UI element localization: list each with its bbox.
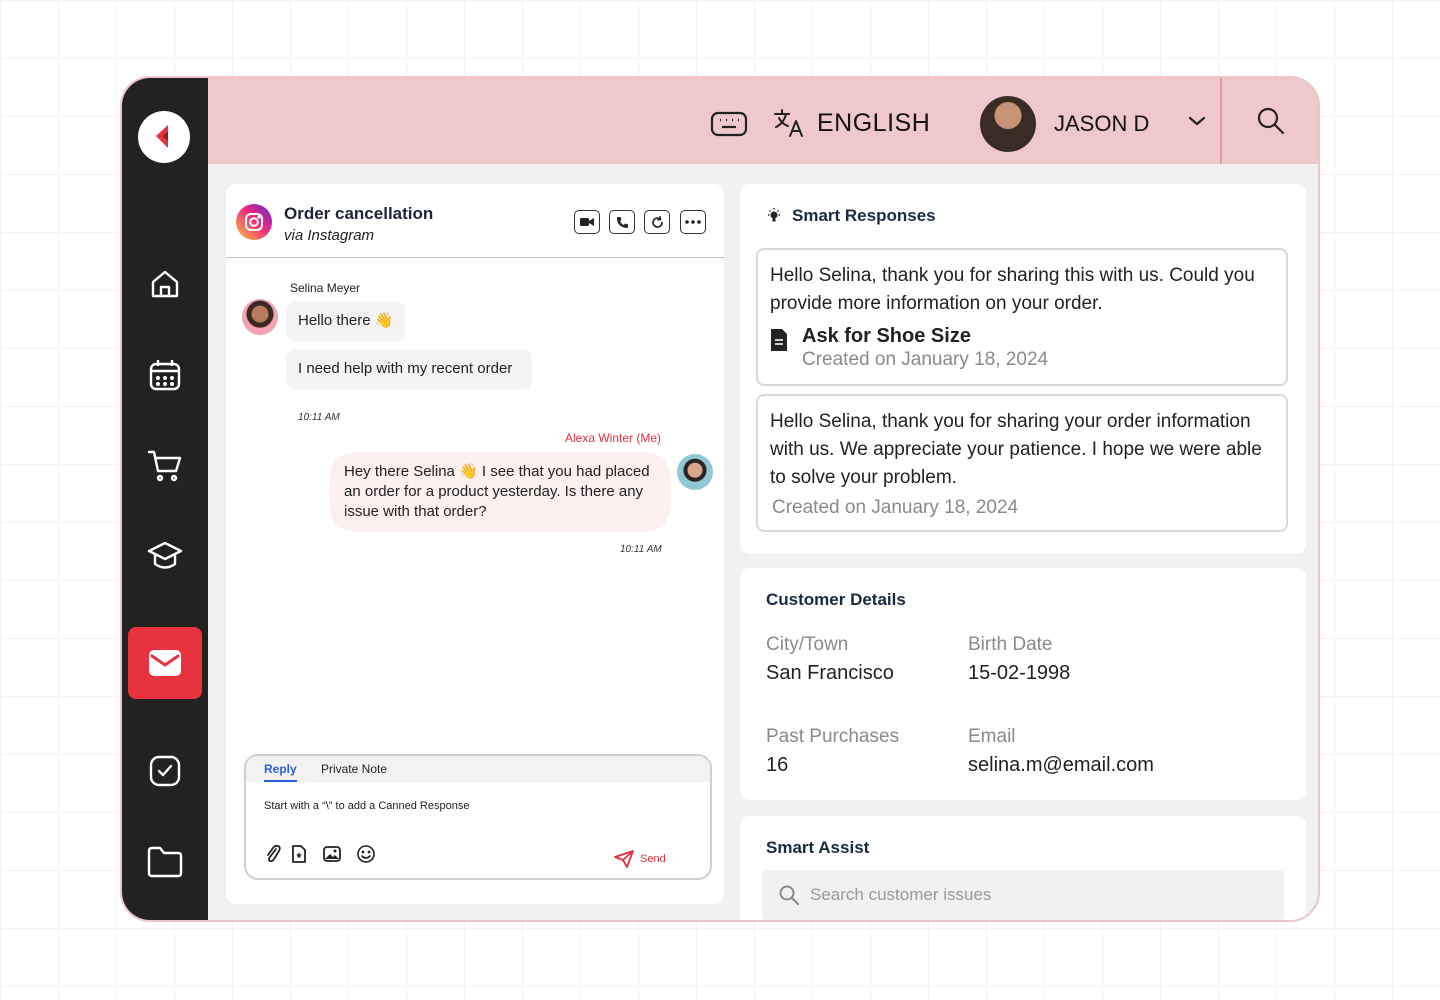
translate-icon [774,109,803,137]
image-icon [323,846,341,862]
mail-icon [149,650,181,676]
graduation-cap-icon [147,541,183,569]
language-label: ENGLISH [817,108,931,137]
nav-home[interactable] [142,261,188,307]
conversation-panel: Order cancellation via Instagram Selina … [226,184,724,904]
response-date: Created on January 18, 2024 [772,497,1019,518]
file-icon [292,845,306,863]
send-icon [614,850,634,868]
lightbulb-icon [768,208,780,222]
agent-name: Alexa Winter (Me) [565,431,662,445]
smart-response-item[interactable]: Hello Selina, thank you for sharing this… [756,248,1288,386]
message-time: 10:11 AM [298,412,340,423]
city-label: City/Town [766,634,849,655]
top-bar: ENGLISH JASON D [208,78,1318,164]
response-text: Hello Selina, thank you for sharing your… [770,411,1262,488]
customer-avatar [242,299,278,335]
smart-response-item[interactable]: Hello Selina, thank you for sharing your… [756,394,1288,532]
smart-responses-card: Smart Responses Hello Selina, thank you … [740,184,1306,554]
emoji-button[interactable] [356,844,376,869]
app-window: ENGLISH JASON D Order cancellation via I… [120,76,1320,922]
email-value[interactable]: selina.m@email.com [968,754,1154,777]
customer-issue-search [762,870,1284,920]
past-purchases-label: Past Purchases [766,726,900,747]
smart-assist-card: Smart Assist [740,816,1306,920]
reply-composer: Reply Private Note Start with a “\” to a… [244,754,712,880]
tab-reply[interactable]: Reply [264,762,297,782]
email-label: Email [968,726,1016,747]
calendar-icon [149,360,181,391]
global-search-button[interactable] [1256,106,1286,141]
voice-call-button[interactable] [609,210,635,234]
smart-responses-header: Smart Responses [766,206,936,226]
user-menu-toggle[interactable] [1188,114,1206,132]
message-time: 10:11 AM [620,544,662,555]
user-menu[interactable]: JASON D [980,96,1149,152]
more-options-button[interactable] [680,210,706,234]
customer-details-title: Customer Details [766,590,906,609]
customer-issue-search-input[interactable] [810,885,1250,905]
phone-icon [616,216,628,228]
composer-input[interactable]: Start with a “\” to add a Canned Respons… [264,800,469,812]
user-name: JASON D [1054,111,1150,136]
send-button[interactable]: Send [614,850,666,868]
keyboard-icon [710,111,748,137]
tab-private-note[interactable]: Private Note [321,762,387,776]
video-call-button[interactable] [574,210,600,234]
response-date: Created on January 18, 2024 [802,349,1049,370]
keyboard-button[interactable] [710,110,748,143]
paperclip-icon [267,844,281,863]
refresh-icon [651,215,663,228]
composer-tabs: Reply Private Note [246,756,710,782]
conversation-header: Order cancellation via Instagram [226,184,724,258]
conversation-channel: via Instagram [284,227,375,244]
customer-details-card: Customer Details City/Town San Francisco… [740,568,1306,800]
send-label: Send [640,853,666,865]
sidebar [122,78,208,920]
message-bubble: I need help with my recent order [286,349,532,389]
brand-logo[interactable] [138,111,190,163]
response-text: Hello Selina, thank you for sharing this… [770,265,1255,314]
refresh-button[interactable] [644,210,670,234]
nav-tasks[interactable] [142,748,188,794]
nav-cart[interactable] [142,443,188,489]
attachment-title: Ask for Shoe Size [802,325,971,347]
topbar-divider [1220,78,1222,164]
chevron-down-icon [1188,116,1206,126]
smart-responses-title: Smart Responses [792,206,936,225]
insert-file-button[interactable] [291,844,307,869]
search-icon [1257,107,1285,135]
smart-assist-title: Smart Assist [766,838,870,857]
nav-inbox[interactable] [128,627,202,699]
message-bubble: Hello there 👋 [286,301,406,341]
conversation-title: Order cancellation [284,204,434,223]
document-icon [771,329,787,351]
folder-icon [147,846,183,878]
home-icon [151,270,179,298]
search-icon [779,885,799,905]
past-purchases-value: 16 [766,754,789,776]
more-horizontal-icon [685,220,701,224]
response-attachment: Ask for Shoe Size Created on January 18,… [770,324,1274,372]
city-value: San Francisco [766,662,894,684]
sender-name: Selina Meyer [290,281,361,295]
birth-date-label: Birth Date [968,634,1053,655]
nav-academy[interactable] [142,533,188,579]
nav-calendar[interactable] [142,352,188,398]
check-square-icon [149,755,181,787]
nav-files[interactable] [142,839,188,885]
user-avatar [980,96,1036,152]
agent-avatar [677,454,713,490]
smiley-icon [357,845,375,863]
message-bubble: Hey there Selina 👋 I see that you had pl… [330,452,670,532]
instagram-icon [236,204,272,240]
insert-image-button[interactable] [322,844,342,869]
attach-button[interactable] [264,844,282,869]
logo-icon [156,125,168,148]
cart-icon [147,450,182,482]
video-icon [580,218,594,226]
language-selector[interactable]: ENGLISH [773,108,930,138]
birth-date-value: 15-02-1998 [968,662,1071,684]
